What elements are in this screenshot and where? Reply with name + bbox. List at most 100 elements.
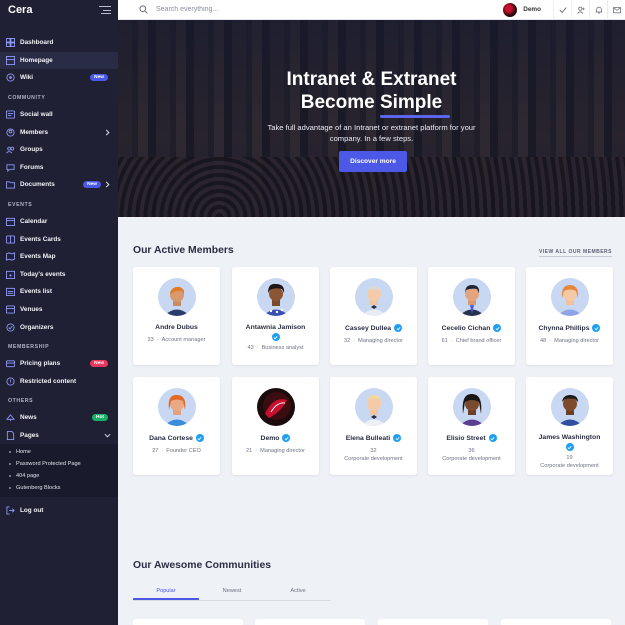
documents-icon xyxy=(6,181,15,190)
submenu-item-home[interactable]: Home xyxy=(0,446,118,458)
sidebar-item-forums[interactable]: Forums xyxy=(0,159,118,177)
member-role: Chief brand officer xyxy=(455,338,502,344)
topbar: Demo xyxy=(118,0,625,20)
member-card[interactable]: Dana Cortese 27 · Founder CEO xyxy=(133,377,220,475)
sidebar-item-dashboard[interactable]: Dashboard xyxy=(0,34,118,52)
member-card[interactable]: James Washington 19 Corporate development xyxy=(526,377,613,475)
sidebar-item-label: News xyxy=(20,414,37,422)
sidebar-item-logout[interactable]: Log out xyxy=(0,501,118,519)
sidebar-item-label: Documents xyxy=(20,181,55,189)
chevron-down-icon[interactable] xyxy=(104,432,111,439)
member-name-text: Antawnia Jamison xyxy=(245,324,306,331)
member-role: Managing director xyxy=(260,448,305,454)
separator-dot: · xyxy=(156,337,159,343)
tab-active[interactable]: Active xyxy=(265,584,331,600)
sidebar-item-label: Events Map xyxy=(20,253,56,261)
hero-title-line: Become Simple xyxy=(300,92,443,113)
submenu-item-gutenberg[interactable]: Gutenberg Blocks xyxy=(0,482,118,494)
sidebar-item-groups[interactable]: Groups xyxy=(0,141,118,159)
sidebar-item-members[interactable]: Members xyxy=(0,123,118,141)
member-name-text: James Washington xyxy=(538,434,601,441)
sidebar-item-restricted-content[interactable]: Restricted content xyxy=(0,373,118,391)
submenu-item-404[interactable]: 404 page xyxy=(0,470,118,482)
sidebar-item-pricing-plans[interactable]: Pricing plans New xyxy=(0,355,118,373)
community-card[interactable] xyxy=(133,619,243,625)
sidebar-item-organizers[interactable]: Organizers xyxy=(0,318,118,336)
member-name-text: Andre Dubus xyxy=(155,324,198,331)
hero-title-line: Intranet & Extranet xyxy=(286,69,457,90)
sidebar-item-news[interactable]: News Hot xyxy=(0,409,118,427)
bullet-icon xyxy=(9,475,11,478)
member-card[interactable]: Cassey Dullea 32 · Managing director xyxy=(330,267,417,365)
member-name: Demo xyxy=(232,434,319,442)
sidebar-item-label: Pages xyxy=(20,431,39,439)
sidebar-item-events-list[interactable]: Events list xyxy=(0,283,118,301)
verified-icon xyxy=(393,434,402,442)
sidebar-item-pages[interactable]: Pages xyxy=(0,427,118,445)
sidebar-item-venues[interactable]: Venues xyxy=(0,301,118,319)
sidebar-item-todays-events[interactable]: Today's events xyxy=(0,266,118,284)
member-card[interactable]: Antawnia Jamison 43 · Business analyst xyxy=(232,267,319,365)
member-card[interactable]: Andre Dubus 33 · Account manager xyxy=(133,267,220,365)
lock-icon xyxy=(6,377,15,386)
tab-newest[interactable]: Newest xyxy=(199,584,265,600)
separator-dot: · xyxy=(256,345,259,351)
sidebar-item-label: Events Cards xyxy=(20,235,61,243)
avatar xyxy=(503,2,518,17)
member-meta: 19 Corporate development xyxy=(526,454,613,470)
new-badge: New xyxy=(90,74,108,82)
member-name-text: Elisio Street xyxy=(446,434,486,442)
member-role: Founder CEO xyxy=(166,448,201,454)
view-all-members-link[interactable]: VIEW ALL OUR MEMBERS xyxy=(538,249,612,257)
sidebar-item-label: Groups xyxy=(20,146,43,154)
separator-dot: · xyxy=(549,338,552,344)
community-card[interactable] xyxy=(501,619,611,625)
member-count: 21 xyxy=(246,448,253,454)
member-avatar xyxy=(550,278,589,316)
member-avatar xyxy=(354,388,393,426)
member-count: 33 xyxy=(147,337,154,343)
search-icon[interactable] xyxy=(139,5,148,14)
submenu-item-password-protected[interactable]: Password Protected Page xyxy=(0,458,118,470)
separator-dot: · xyxy=(255,448,258,454)
chevron-right-icon[interactable] xyxy=(104,181,111,188)
friends-button[interactable] xyxy=(571,0,589,20)
hamburger-menu-icon[interactable] xyxy=(99,6,111,14)
member-name: Cecelio Cichan xyxy=(428,324,515,332)
sidebar-item-label: Dashboard xyxy=(20,39,54,47)
member-avatar xyxy=(256,388,295,426)
member-name: Chynna Phillips xyxy=(526,324,613,332)
sidebar-item-social-wall[interactable]: Social wall xyxy=(0,106,118,124)
chevron-right-icon[interactable] xyxy=(104,129,111,136)
messages-button[interactable] xyxy=(607,0,625,20)
user-name: Demo xyxy=(523,6,541,13)
member-card[interactable]: Demo 21 · Managing director xyxy=(232,377,319,475)
member-card[interactable]: Elena Bulleati 32 Corporate development xyxy=(330,377,417,475)
hero-title: Intranet & Extranet Become Simple xyxy=(118,68,625,114)
member-card[interactable]: Elisio Street 36 Corporate development xyxy=(428,377,515,475)
topbar-actions: Demo xyxy=(503,0,625,20)
verified-icon xyxy=(282,434,291,442)
community-card[interactable] xyxy=(255,619,365,625)
hot-badge: Hot xyxy=(92,414,108,422)
brand-logo[interactable]: Cera xyxy=(8,4,32,16)
sidebar-item-calendar[interactable]: Calendar xyxy=(0,213,118,231)
member-card[interactable]: Cecelio Cichan 61 · Chief brand officer xyxy=(428,267,515,365)
search-input[interactable] xyxy=(156,6,356,13)
member-meta: 48 · Managing director xyxy=(526,337,613,345)
member-count: 19 xyxy=(566,455,573,461)
sidebar-item-events-map[interactable]: Events Map xyxy=(0,248,118,266)
sidebar-item-homepage[interactable]: Homepage xyxy=(0,51,118,70)
community-card[interactable] xyxy=(378,619,488,625)
sidebar-item-events-cards[interactable]: Events Cards xyxy=(0,230,118,248)
user-menu[interactable]: Demo xyxy=(503,2,553,17)
sidebar-item-label: Forums xyxy=(20,163,44,171)
sidebar-item-documents[interactable]: Documents New xyxy=(0,176,118,194)
sidebar-item-wiki[interactable]: Wiki New xyxy=(0,69,118,87)
notifications-button[interactable] xyxy=(589,0,607,20)
member-card[interactable]: Chynna Phillips 48 · Managing director xyxy=(526,267,613,365)
tab-popular[interactable]: Popular xyxy=(133,584,199,600)
discover-more-button[interactable]: Discover more xyxy=(339,151,407,172)
communities-tabs: Popular Newest Active xyxy=(133,584,331,601)
activity-button[interactable] xyxy=(553,0,571,20)
